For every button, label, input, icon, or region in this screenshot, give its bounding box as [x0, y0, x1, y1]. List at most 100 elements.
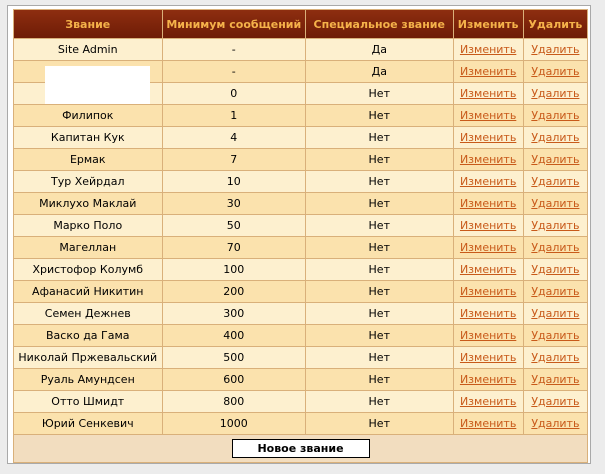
edit-link[interactable]: Изменить: [460, 219, 516, 232]
edit-link[interactable]: Изменить: [460, 241, 516, 254]
min-posts-cell: 300: [162, 303, 306, 324]
rank-name-cell: Руаль Амундсен: [14, 369, 162, 390]
edit-cell: Изменить: [453, 193, 523, 214]
delete-cell: Удалить: [523, 259, 587, 280]
edit-link[interactable]: Изменить: [460, 329, 516, 342]
edit-cell: Изменить: [453, 171, 523, 192]
rank-name-cell: Филипок: [14, 105, 162, 126]
rank-name-cell: Юрий Сенкевич: [14, 413, 162, 434]
special-rank-cell: Да: [306, 39, 453, 60]
edit-link[interactable]: Изменить: [460, 285, 516, 298]
table-row: Семен Дежнев 300 Нет Изменить Удалить: [14, 303, 587, 324]
delete-cell: Удалить: [523, 369, 587, 390]
rank-name-cell: Миклухо Маклай: [14, 193, 162, 214]
table-row: Христофор Колумб 100 Нет Изменить Удалить: [14, 259, 587, 280]
edit-cell: Изменить: [453, 149, 523, 170]
header-delete: Удалить: [523, 10, 587, 38]
edit-cell: Изменить: [453, 259, 523, 280]
min-posts-cell: 400: [162, 325, 306, 346]
edit-link[interactable]: Изменить: [460, 197, 516, 210]
delete-cell: Удалить: [523, 127, 587, 148]
edit-cell: Изменить: [453, 237, 523, 258]
special-rank-cell: Нет: [306, 259, 453, 280]
redacted-area: [45, 66, 150, 104]
min-posts-cell: 100: [162, 259, 306, 280]
delete-cell: Удалить: [523, 39, 587, 60]
delete-cell: Удалить: [523, 171, 587, 192]
table-row: Миклухо Маклай 30 Нет Изменить Удалить: [14, 193, 587, 214]
edit-link[interactable]: Изменить: [460, 153, 516, 166]
edit-link[interactable]: Изменить: [460, 131, 516, 144]
special-rank-cell: Нет: [306, 105, 453, 126]
table-row: Тур Хейрдал 10 Нет Изменить Удалить: [14, 171, 587, 192]
special-rank-cell: Нет: [306, 149, 453, 170]
edit-link[interactable]: Изменить: [460, 351, 516, 364]
delete-link[interactable]: Удалить: [531, 109, 579, 122]
min-posts-cell: 10: [162, 171, 306, 192]
header-min-posts: Минимум сообщений: [162, 10, 306, 38]
edit-link[interactable]: Изменить: [460, 109, 516, 122]
table-row: Афанасий Никитин 200 Нет Изменить Удалить: [14, 281, 587, 302]
edit-cell: Изменить: [453, 369, 523, 390]
min-posts-cell: 500: [162, 347, 306, 368]
min-posts-cell: -: [162, 39, 306, 60]
table-row: Отто Шмидт 800 Нет Изменить Удалить: [14, 391, 587, 412]
delete-link[interactable]: Удалить: [531, 307, 579, 320]
delete-link[interactable]: Удалить: [531, 395, 579, 408]
delete-link[interactable]: Удалить: [531, 351, 579, 364]
delete-link[interactable]: Удалить: [531, 417, 579, 430]
min-posts-cell: 0: [162, 83, 306, 104]
delete-link[interactable]: Удалить: [531, 153, 579, 166]
delete-link[interactable]: Удалить: [531, 285, 579, 298]
edit-link[interactable]: Изменить: [460, 373, 516, 386]
delete-cell: Удалить: [523, 61, 587, 82]
delete-link[interactable]: Удалить: [531, 219, 579, 232]
edit-cell: Изменить: [453, 303, 523, 324]
edit-link[interactable]: Изменить: [460, 65, 516, 78]
special-rank-cell: Нет: [306, 303, 453, 324]
delete-link[interactable]: Удалить: [531, 263, 579, 276]
table-row: Магеллан 70 Нет Изменить Удалить: [14, 237, 587, 258]
delete-link[interactable]: Удалить: [531, 175, 579, 188]
delete-link[interactable]: Удалить: [531, 241, 579, 254]
edit-link[interactable]: Изменить: [460, 417, 516, 430]
edit-cell: Изменить: [453, 39, 523, 60]
edit-link[interactable]: Изменить: [460, 175, 516, 188]
rank-name-cell: Магеллан: [14, 237, 162, 258]
delete-cell: Удалить: [523, 193, 587, 214]
table-row: Site Admin - Да Изменить Удалить: [14, 39, 587, 60]
special-rank-cell: Да: [306, 61, 453, 82]
edit-link[interactable]: Изменить: [460, 43, 516, 56]
delete-link[interactable]: Удалить: [531, 329, 579, 342]
edit-link[interactable]: Изменить: [460, 307, 516, 320]
edit-cell: Изменить: [453, 83, 523, 104]
delete-cell: Удалить: [523, 237, 587, 258]
delete-cell: Удалить: [523, 413, 587, 434]
special-rank-cell: Нет: [306, 369, 453, 390]
delete-link[interactable]: Удалить: [531, 373, 579, 386]
rank-name-cell: Ермак: [14, 149, 162, 170]
delete-link[interactable]: Удалить: [531, 43, 579, 56]
edit-link[interactable]: Изменить: [460, 263, 516, 276]
rank-name-cell: Христофор Колумб: [14, 259, 162, 280]
min-posts-cell: 1: [162, 105, 306, 126]
edit-cell: Изменить: [453, 105, 523, 126]
table-footer-row: Новое звание: [14, 435, 587, 462]
edit-link[interactable]: Изменить: [460, 395, 516, 408]
edit-link[interactable]: Изменить: [460, 87, 516, 100]
delete-link[interactable]: Удалить: [531, 131, 579, 144]
rank-name-cell: Site Admin: [14, 39, 162, 60]
special-rank-cell: Нет: [306, 391, 453, 412]
table-row: Николай Пржевальский 500 Нет Изменить Удалит…: [14, 347, 587, 368]
rank-name-cell: Марко Поло: [14, 215, 162, 236]
special-rank-cell: Нет: [306, 413, 453, 434]
delete-link[interactable]: Удалить: [531, 87, 579, 100]
edit-cell: Изменить: [453, 347, 523, 368]
delete-link[interactable]: Удалить: [531, 197, 579, 210]
new-rank-button[interactable]: Новое звание: [231, 439, 370, 458]
rank-name-cell: Афанасий Никитин: [14, 281, 162, 302]
special-rank-cell: Нет: [306, 281, 453, 302]
edit-cell: Изменить: [453, 325, 523, 346]
delete-link[interactable]: Удалить: [531, 65, 579, 78]
delete-cell: Удалить: [523, 149, 587, 170]
